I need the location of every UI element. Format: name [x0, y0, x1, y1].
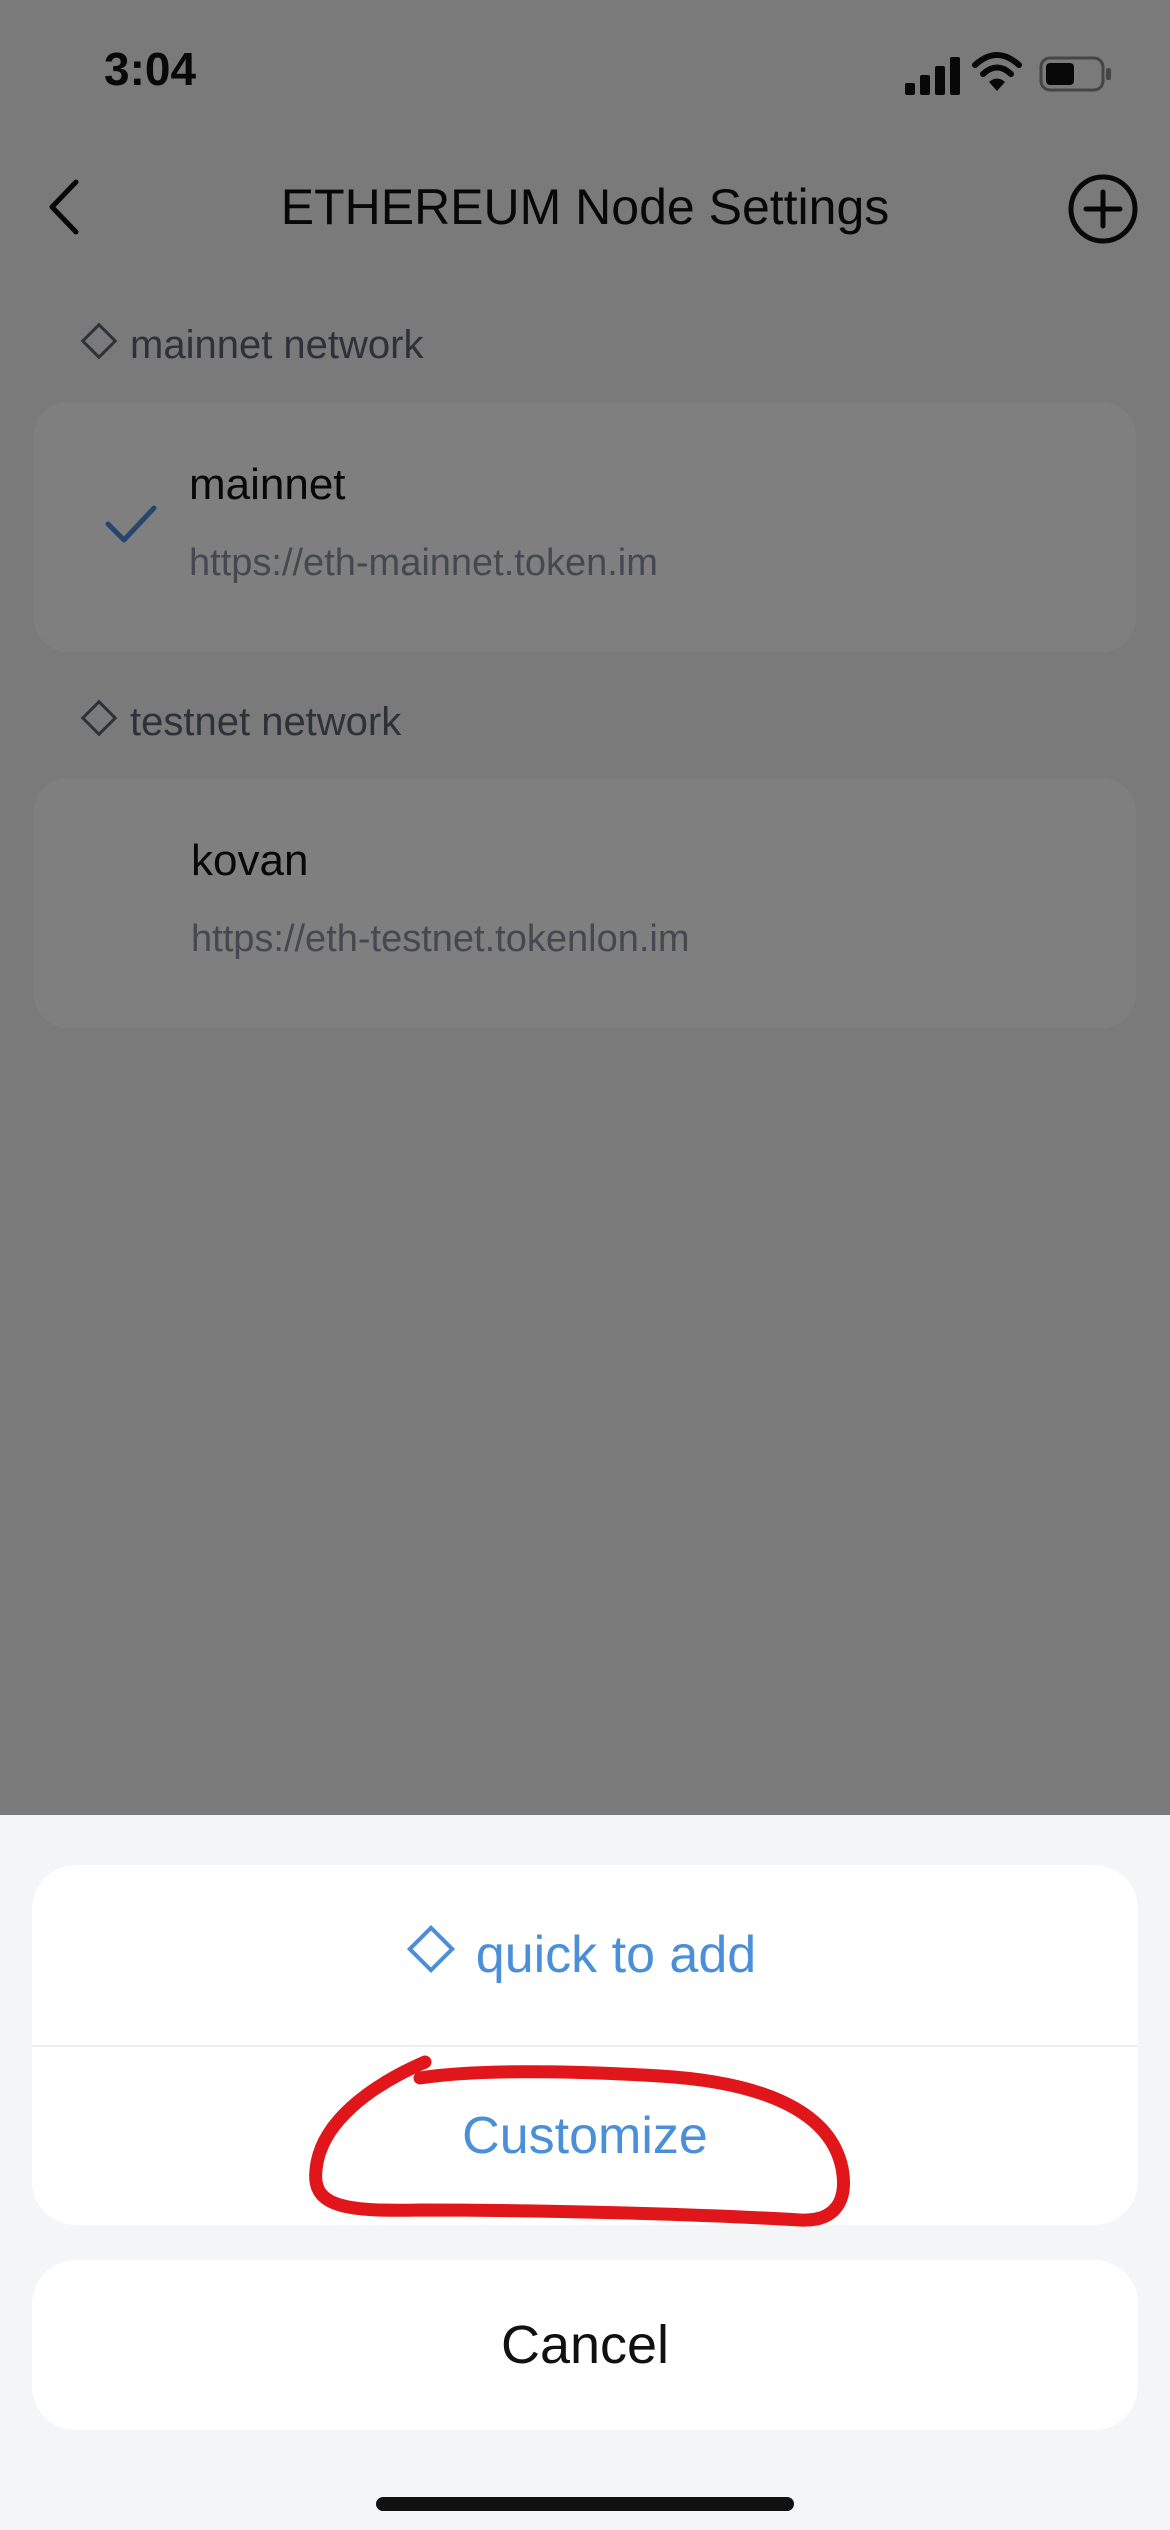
customize-button[interactable]: Customize — [32, 2047, 1138, 2225]
customize-label: Customize — [462, 2107, 708, 2165]
modal-overlay[interactable] — [0, 0, 1170, 1815]
node-settings-screen: 3:04 ETHEREUM Node Settings mainnet netw… — [0, 0, 1170, 2530]
diamond-icon — [406, 1924, 455, 1974]
quick-add-label: quick to add — [475, 1926, 757, 1984]
action-sheet: quick to add Customize Cancel — [0, 1815, 1170, 2530]
home-indicator — [376, 2497, 794, 2511]
cancel-button[interactable]: Cancel — [32, 2260, 1138, 2430]
action-sheet-options: quick to add Customize — [32, 1865, 1138, 2225]
quick-add-button[interactable]: quick to add — [32, 1865, 1138, 2045]
